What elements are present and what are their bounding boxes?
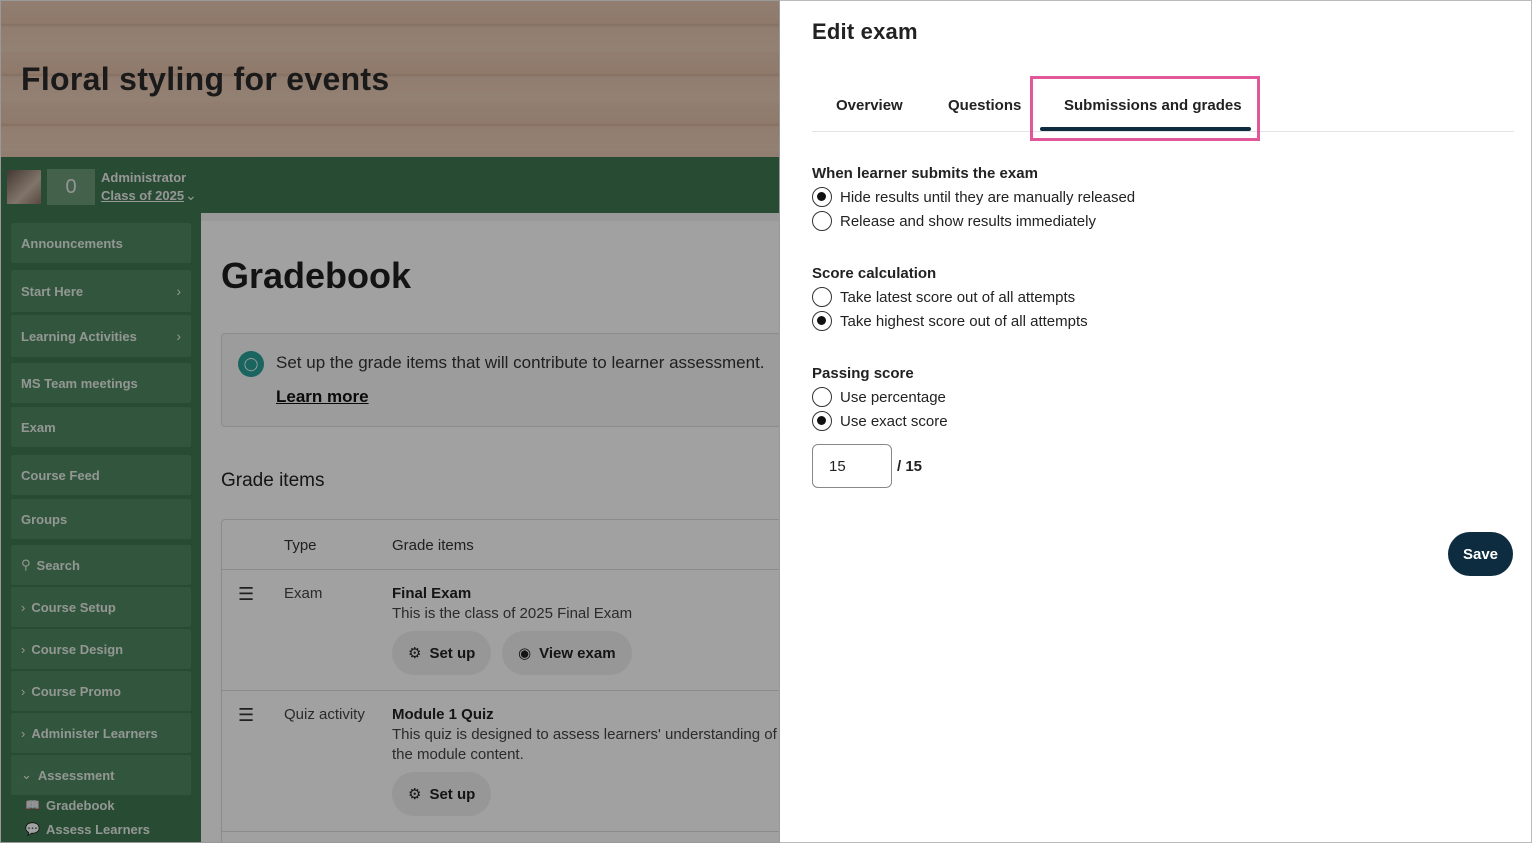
radio-label: Hide results until they are manually rel… xyxy=(840,188,1136,206)
tab-overview[interactable]: Overview xyxy=(836,97,903,114)
radio-label: Take highest score out of all attempts xyxy=(840,312,1088,330)
section-label-score-calculation: Score calculation xyxy=(812,265,937,282)
radio-highest-score[interactable]: Take highest score out of all attempts xyxy=(812,311,1088,331)
radio-use-percentage[interactable]: Use percentage xyxy=(812,387,946,407)
radio-release-immediately[interactable]: Release and show results immediately xyxy=(812,211,1096,231)
radio-label: Release and show results immediately xyxy=(840,212,1096,230)
section-label-passing-score: Passing score xyxy=(812,365,914,382)
radio-label: Use percentage xyxy=(840,388,946,406)
passing-score-total: / 15 xyxy=(897,458,923,475)
radio-label: Take latest score out of all attempts xyxy=(840,288,1076,306)
course-app: Floral styling for events 0 Administrato… xyxy=(0,0,780,843)
section-label-submit: When learner submits the exam xyxy=(812,165,1038,182)
radio-latest-score[interactable]: Take latest score out of all attempts xyxy=(812,287,1075,307)
tab-questions[interactable]: Questions xyxy=(948,97,1021,114)
radio-button[interactable] xyxy=(812,187,832,207)
radio-hide-results[interactable]: Hide results until they are manually rel… xyxy=(812,187,1135,207)
passing-score-input[interactable] xyxy=(812,444,892,488)
radio-button[interactable] xyxy=(812,387,832,407)
radio-button[interactable] xyxy=(812,287,832,307)
panel-title: Edit exam xyxy=(812,19,918,44)
modal-overlay[interactable] xyxy=(1,1,779,842)
save-button[interactable]: Save xyxy=(1448,532,1513,576)
radio-button[interactable] xyxy=(812,411,832,431)
highlight-box xyxy=(1030,76,1260,141)
radio-label: Use exact score xyxy=(840,412,948,430)
radio-button[interactable] xyxy=(812,211,832,231)
radio-use-exact-score[interactable]: Use exact score xyxy=(812,411,948,431)
radio-button[interactable] xyxy=(812,311,832,331)
